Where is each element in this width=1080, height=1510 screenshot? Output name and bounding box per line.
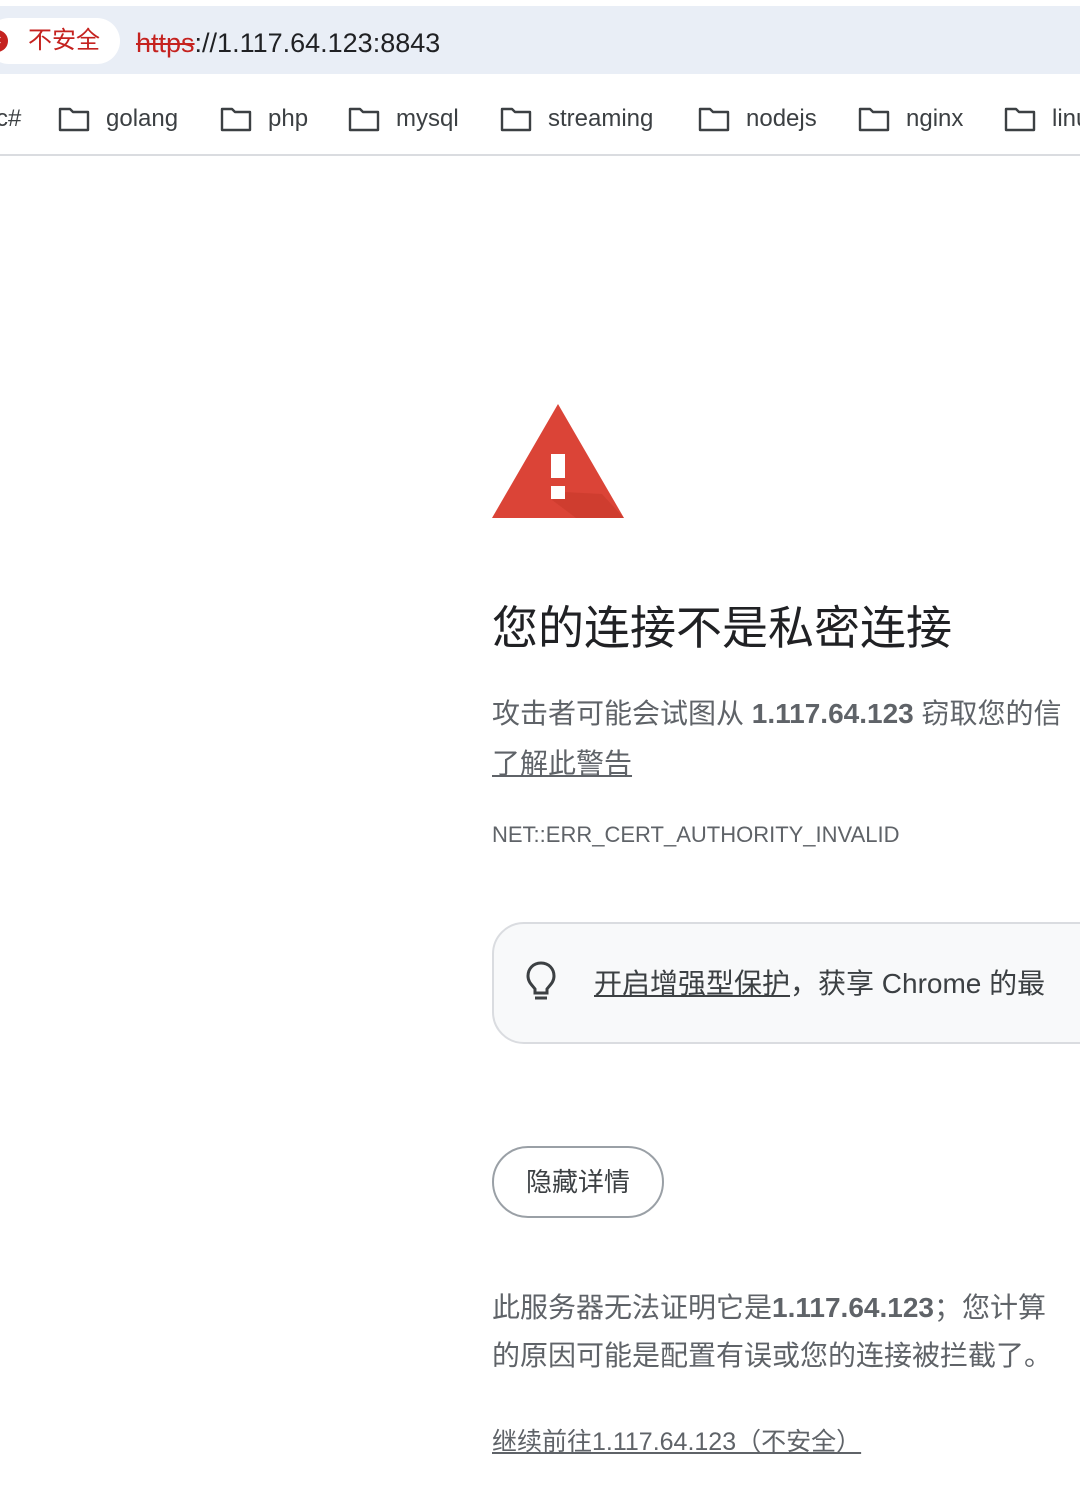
- url-scheme: https: [136, 28, 195, 58]
- bookmark-label: nginx: [906, 105, 964, 132]
- bookmark-label: linu: [1052, 105, 1080, 132]
- folder-icon: [58, 107, 90, 132]
- hide-details-button[interactable]: 隐藏详情: [492, 1146, 664, 1218]
- bookmark-folder-mysql[interactable]: mysql: [348, 104, 459, 134]
- details-line-2: 的原因可能是配置有误或您的连接被拦截了。: [492, 1340, 1053, 1371]
- folder-icon: [220, 107, 252, 132]
- folder-icon: [1004, 107, 1036, 132]
- error-code: NET::ERR_CERT_AUTHORITY_INVALID: [492, 822, 900, 847]
- folder-icon: [348, 107, 380, 132]
- bookmark-folder-csharp[interactable]: c#: [0, 104, 21, 134]
- enhanced-protection-text: 开启增强型保护，获享 Chrome 的最: [594, 964, 1045, 1004]
- enhanced-protection-promo: 开启增强型保护，获享 Chrome 的最: [492, 922, 1080, 1044]
- details-line-1: 此服务器无法证明它是1.117.64.123；您计算: [492, 1284, 1052, 1332]
- folder-icon: [500, 107, 532, 132]
- bookmark-label: c#: [0, 105, 22, 132]
- omnibox[interactable]: × 不安全 https://1.117.64.123:8843: [0, 6, 1080, 74]
- enhanced-protection-link[interactable]: 开启增强型保护: [594, 968, 790, 999]
- bookmark-label: php: [268, 105, 309, 132]
- url-host: ://1.117.64.123:8843: [194, 28, 441, 58]
- url-text[interactable]: https://1.117.64.123:8843: [136, 28, 440, 58]
- bookmarks-bar: c# golang php mysql streaming nodejs ngi…: [0, 80, 1080, 156]
- bookmark-label: nodejs: [746, 105, 817, 132]
- bookmark-label: mysql: [396, 105, 459, 132]
- bookmark-folder-php[interactable]: php: [220, 104, 308, 134]
- not-secure-icon: ×: [0, 30, 8, 52]
- desc-prefix: 攻击者可能会试图从: [492, 698, 752, 729]
- details-prefix: 此服务器无法证明它是: [492, 1292, 773, 1323]
- security-chip[interactable]: × 不安全: [0, 18, 120, 64]
- bookmark-label: streaming: [548, 105, 654, 132]
- folder-icon: [858, 107, 890, 132]
- enhanced-protection-rest: ，获享 Chrome 的最: [790, 968, 1046, 999]
- bookmark-label: golang: [106, 105, 179, 132]
- lightbulb-icon: [526, 961, 556, 1000]
- warning-triangle-icon: [492, 404, 624, 518]
- bookmark-folder-golang[interactable]: golang: [58, 104, 178, 134]
- bookmark-folder-nodejs[interactable]: nodejs: [698, 104, 817, 134]
- desc-suffix: 窃取您的信: [913, 698, 1062, 729]
- warning-description: 攻击者可能会试图从 1.117.64.123 窃取您的信: [492, 694, 1062, 734]
- bookmark-folder-nginx[interactable]: nginx: [858, 104, 963, 134]
- toolbar: × 不安全 https://1.117.64.123:8843: [0, 0, 1080, 80]
- security-chip-label: 不安全: [28, 27, 100, 54]
- details-text: 此服务器无法证明它是1.117.64.123；您计算 的原因可能是配置有误或您的…: [492, 1284, 1052, 1380]
- proceed-unsafe-link[interactable]: 继续前往1.117.64.123（不安全）: [492, 1426, 861, 1458]
- learn-more-link[interactable]: 了解此警告: [492, 744, 632, 784]
- details-host: 1.117.64.123: [772, 1292, 934, 1323]
- interstitial-page: 您的连接不是私密连接 攻击者可能会试图从 1.117.64.123 窃取您的信 …: [0, 158, 1080, 1510]
- desc-host: 1.117.64.123: [751, 698, 914, 729]
- bookmark-folder-linux[interactable]: linu: [1004, 104, 1080, 134]
- details-suffix: ；您计算: [933, 1292, 1046, 1323]
- folder-icon: [698, 107, 730, 132]
- page-title: 您的连接不是私密连接: [492, 602, 952, 654]
- bookmark-folder-streaming[interactable]: streaming: [500, 104, 653, 134]
